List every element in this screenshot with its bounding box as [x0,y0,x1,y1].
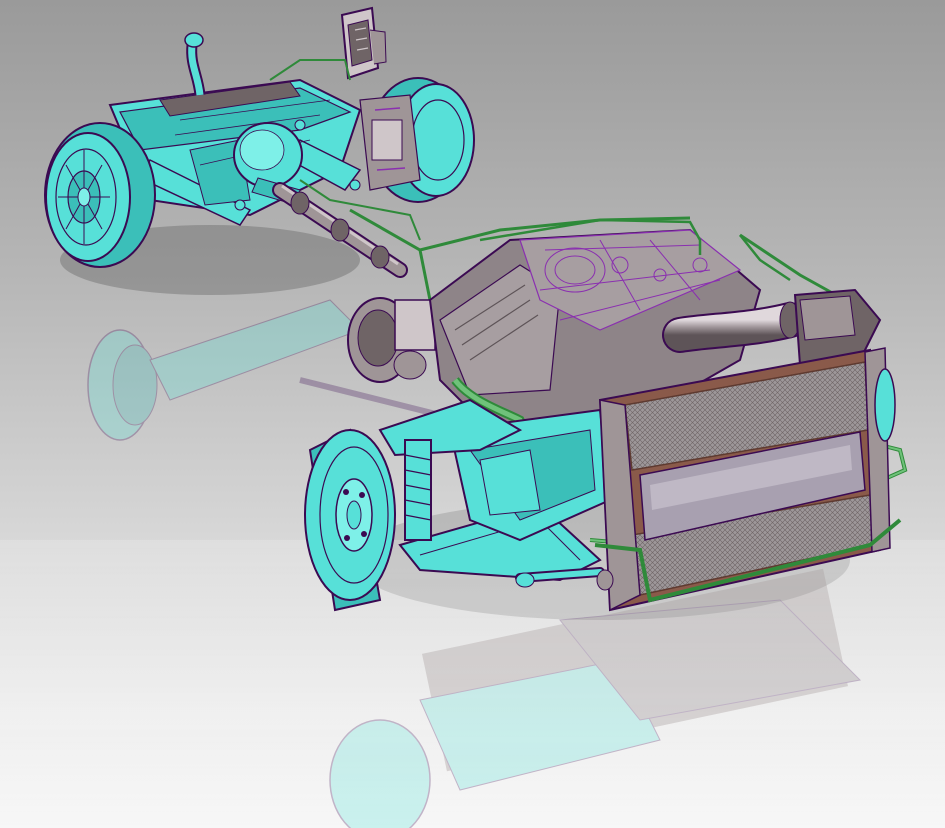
control-module[interactable] [340,6,387,80]
rear-wheel-right[interactable] [359,77,475,203]
3d-viewport[interactable] [0,0,945,828]
chassis-model[interactable] [0,0,945,828]
front-suspension[interactable] [378,398,612,588]
reflection-fade [0,540,945,828]
rear-wheel-left[interactable] [44,122,156,268]
filler-pipe[interactable] [184,32,206,96]
